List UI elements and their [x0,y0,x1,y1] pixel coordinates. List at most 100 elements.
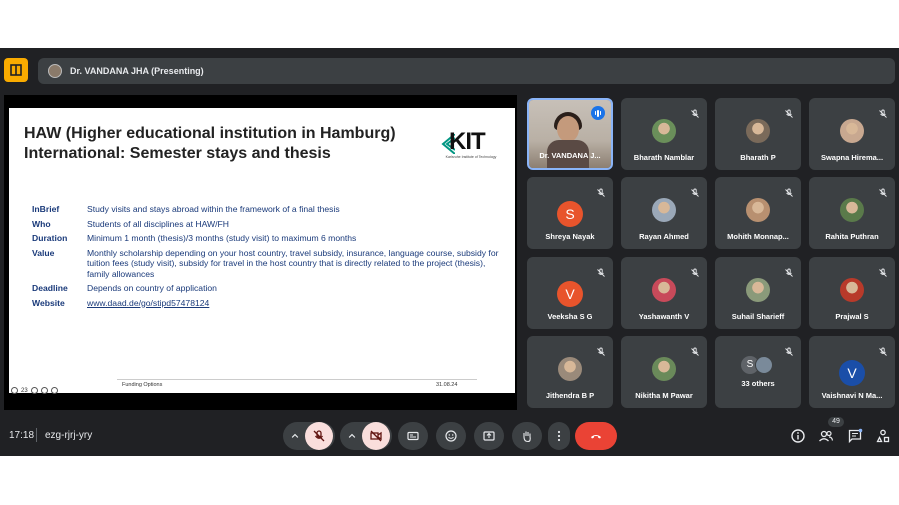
participant-tile[interactable]: Yashawanth V [621,257,707,329]
slide-title: HAW (Higher educational institution in H… [24,124,424,164]
camera-options-chevron-icon[interactable] [342,431,362,441]
control-bar: 17:18 ezg-rjrj-yry [0,416,899,456]
slide-title-line2: International: Semester stays and thesis [24,145,331,162]
mic-off-icon [784,265,794,277]
chat-icon[interactable] [847,428,863,444]
mic-off-icon [878,106,888,118]
mic-off-icon [784,344,794,356]
participant-name: Bharath Namblar [633,153,695,162]
mic-off-icon [313,430,325,442]
slide-title-line1: HAW (Higher educational institution in H… [24,125,396,142]
slide-page-number: 23 [21,387,28,394]
participant-tile[interactable]: V Vaishnavi N Ma... [809,336,895,408]
mic-off-icon [878,265,888,277]
mic-off-button[interactable] [305,422,333,450]
mic-off-icon [690,106,700,118]
bar-divider [36,428,37,442]
avatar [652,198,676,222]
mic-off-icon [784,185,794,197]
participant-tile[interactable]: Dr. VANDANA J... [527,98,613,170]
meeting-code[interactable]: ezg-rjrj-yry [45,430,92,441]
participant-tile[interactable]: Suhail Sharieff [715,257,801,329]
slides-icon[interactable] [40,387,48,394]
clock: 17:18 [9,430,35,441]
participant-tile[interactable]: Rayan Ahmed [621,177,707,249]
slide: HAW (Higher educational institution in H… [9,108,515,394]
participant-tile[interactable]: Mohith Monnap... [715,177,801,249]
participant-name: Mohith Monnap... [727,232,789,241]
presenter-avatar [48,64,62,78]
avatar [746,278,770,302]
participant-tile[interactable]: Bharath P [715,98,801,170]
mic-control [283,422,335,450]
participant-name: Rahita Puthran [825,232,879,241]
presentation-area: HAW (Higher educational institution in H… [4,95,517,410]
participant-name: Yashawanth V [638,312,690,321]
slide-controls: 23 [11,387,58,394]
captions-button[interactable] [398,422,428,450]
mic-off-icon [690,344,700,356]
speaking-indicator-icon [591,106,605,120]
zoom-icon[interactable] [30,387,38,394]
participant-name: Shreya Nayak [545,232,595,241]
participant-tile[interactable]: Rahita Puthran [809,177,895,249]
camera-control [340,422,392,450]
mic-options-chevron-icon[interactable] [285,431,305,441]
avatar [746,119,770,143]
end-call-icon [591,435,601,439]
mic-off-icon [690,185,700,197]
emoji-icon [445,430,457,442]
captions-icon [407,431,419,441]
emoji-button[interactable] [436,422,466,450]
participant-name: Jithendra B P [545,391,595,400]
kit-logo: KIT Karlsruhe Institute of Technology [439,128,503,162]
mic-off-icon [784,106,794,118]
participant-name: Suhail Sharieff [731,312,785,321]
participant-name: Swapna Hirema... [820,153,884,162]
participant-tile[interactable]: Prajwal S [809,257,895,329]
camera-off-icon [370,430,382,442]
mic-off-icon [596,265,606,277]
activities-icon[interactable] [875,428,891,444]
participant-tile[interactable]: S 33 others [715,336,801,408]
leave-call-button[interactable] [575,422,617,450]
video-face [557,116,579,142]
website-link[interactable]: www.daad.de/go/stipd57478124 [87,298,209,308]
slide-row: InBrief Study visits and stays abroad wit… [32,204,340,214]
participant-tile[interactable]: V Veeksha S G [527,257,613,329]
avatar [558,357,582,381]
mic-off-icon [596,344,606,356]
present-button[interactable] [474,422,504,450]
participant-tile[interactable]: S Shreya Nayak [527,177,613,249]
slide-rows: InBrief Study visits and stays abroad wit… [32,204,502,312]
next-slide-icon[interactable] [50,387,58,394]
avatar [652,357,676,381]
participant-tile[interactable]: Nikitha M Pawar [621,336,707,408]
avatar: V [557,281,583,307]
participant-name: Rayan Ahmed [639,232,689,241]
avatar [652,278,676,302]
people-icon[interactable] [818,428,834,444]
prev-slide-icon[interactable] [11,387,18,394]
participant-name: Prajwal S [835,312,869,321]
avatar: S [557,201,583,227]
raise-hand-button[interactable] [512,422,542,450]
mic-off-icon [878,344,888,356]
avatar [755,356,773,374]
participant-tile[interactable]: Swapna Hirema... [809,98,895,170]
slide-footer-left: Funding Options [122,382,163,388]
participant-tile[interactable]: Bharath Namblar [621,98,707,170]
slide-row: Duration Minimum 1 month (thesis)/3 month… [32,233,357,243]
slide-row: Value Monthly scholarship depending on yo… [32,247,499,279]
slide-row: Deadline Depends on country of applicatio… [32,283,217,293]
camera-off-button[interactable] [362,422,390,450]
avatar: V [839,360,865,386]
presenter-title: Dr. VANDANA JHA (Presenting) [70,66,204,76]
participant-name: Bharath P [740,153,776,162]
info-icon[interactable] [790,428,806,444]
hand-icon [523,431,531,443]
people-count-badge: 49 [828,417,844,427]
more-options-button[interactable] [548,422,570,450]
meet-logo-button[interactable] [4,58,28,82]
participant-tile[interactable]: Jithendra B P [527,336,613,408]
